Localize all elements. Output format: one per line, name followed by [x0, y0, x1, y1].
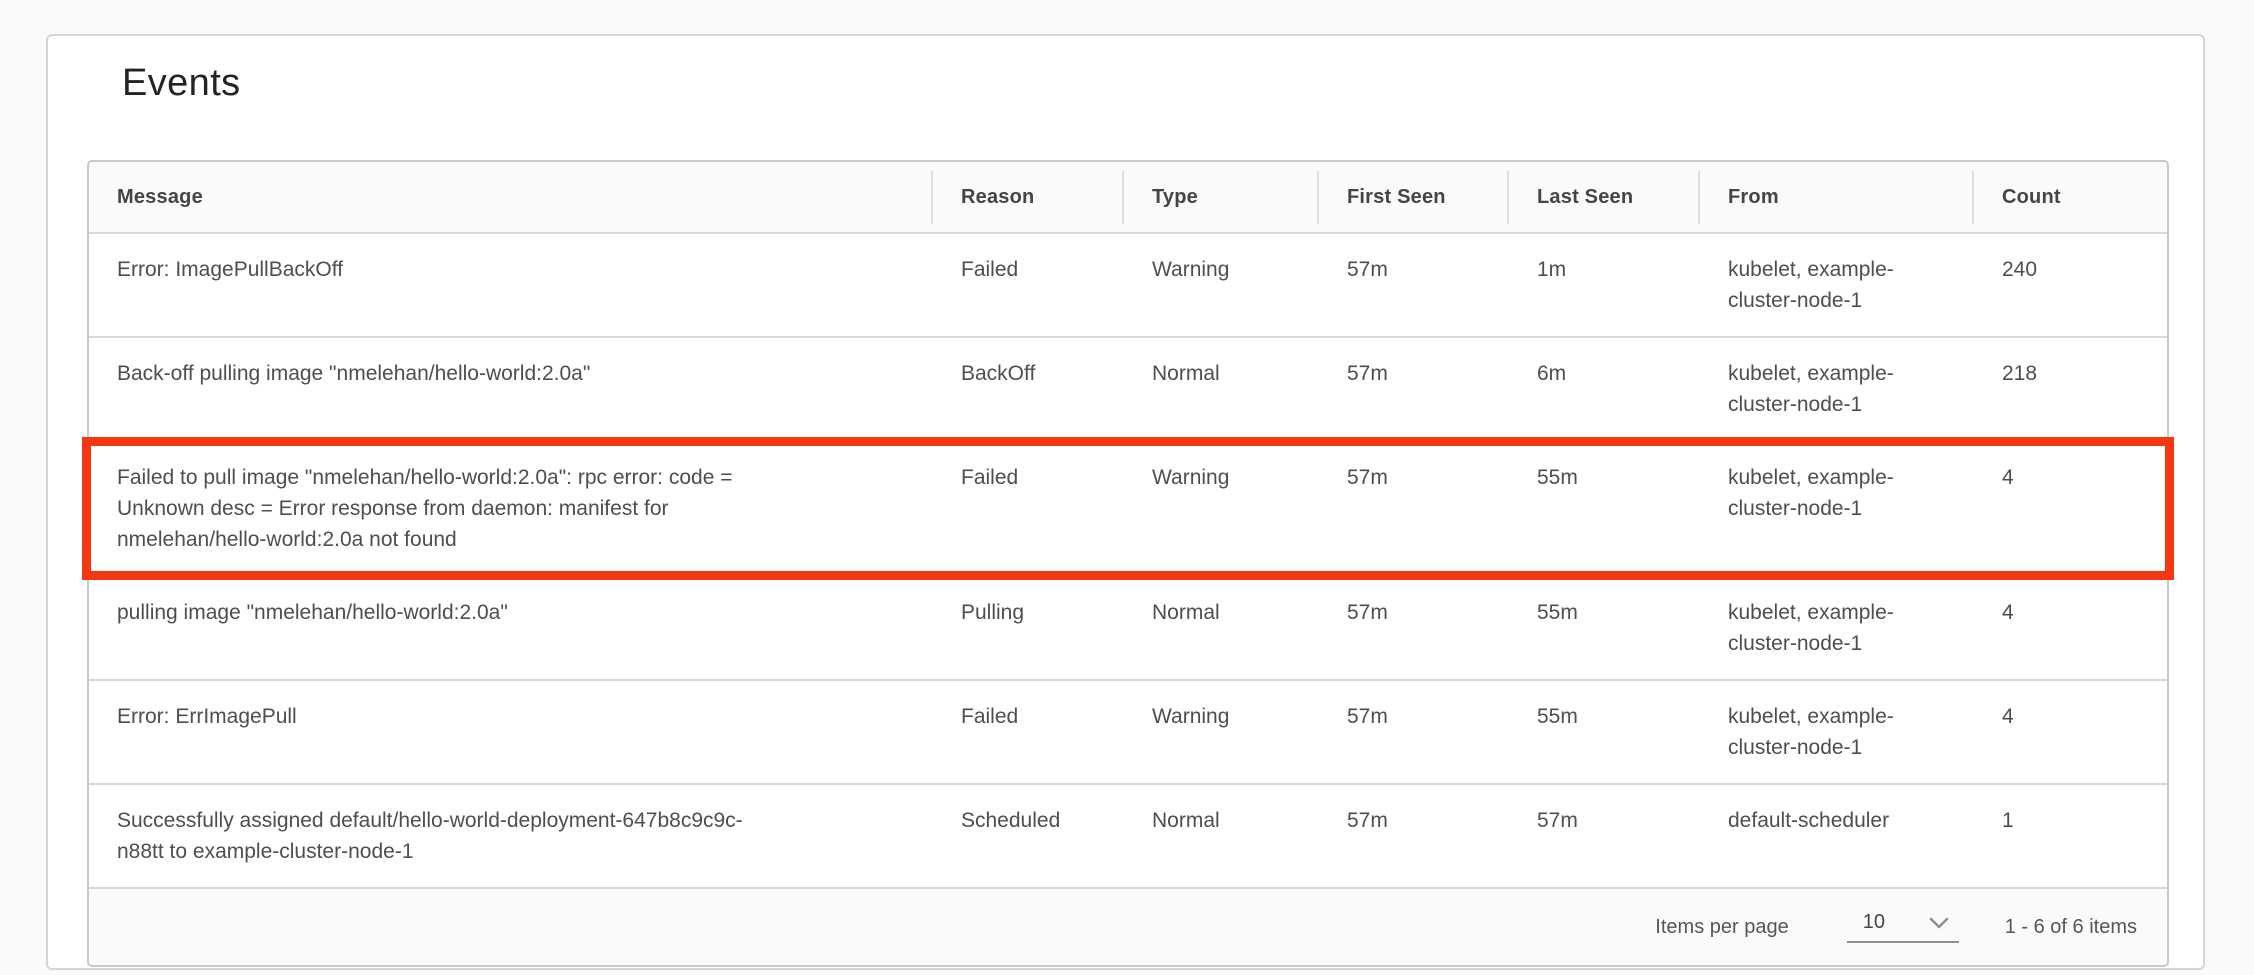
- cell-last-seen: 6m: [1509, 338, 1700, 440]
- cell-from: kubelet, example-cluster-node-1: [1700, 442, 1974, 575]
- column-header-first-seen: First Seen: [1319, 186, 1509, 209]
- cell-last-seen: 55m: [1509, 681, 1700, 783]
- cell-type: Normal: [1124, 338, 1319, 440]
- cell-message: Successfully assigned default/hello-worl…: [89, 785, 933, 887]
- cell-from: kubelet, example-cluster-node-1: [1700, 577, 1974, 679]
- cell-first-seen: 57m: [1319, 785, 1509, 887]
- events-table: Message Reason Type First Seen Last Seen…: [87, 160, 2169, 967]
- page-title: Events: [48, 36, 2203, 105]
- cell-type: Warning: [1124, 234, 1319, 336]
- cell-type: Normal: [1124, 577, 1319, 679]
- cell-message: pulling image "nmelehan/hello-world:2.0a…: [89, 577, 933, 679]
- cell-message: Error: ImagePullBackOff: [89, 234, 933, 336]
- cell-count: 4: [1974, 577, 2167, 679]
- table-footer: Items per page 10 1 - 6 of 6 items: [89, 889, 2167, 965]
- table-row: Error: ImagePullBackOff Failed Warning 5…: [89, 234, 2167, 338]
- cell-type: Warning: [1124, 442, 1319, 575]
- cell-type: Warning: [1124, 681, 1319, 783]
- cell-count: 218: [1974, 338, 2167, 440]
- cell-reason: Failed: [933, 234, 1124, 336]
- cell-first-seen: 57m: [1319, 442, 1509, 575]
- cell-first-seen: 57m: [1319, 681, 1509, 783]
- table-row: Failed to pull image "nmelehan/hello-wor…: [89, 442, 2167, 577]
- cell-last-seen: 1m: [1509, 234, 1700, 336]
- table-header-row: Message Reason Type First Seen Last Seen…: [89, 162, 2167, 234]
- cell-reason: Scheduled: [933, 785, 1124, 887]
- cell-from: kubelet, example-cluster-node-1: [1700, 681, 1974, 783]
- table-body: Error: ImagePullBackOff Failed Warning 5…: [89, 234, 2167, 889]
- cell-count: 240: [1974, 234, 2167, 336]
- column-header-reason: Reason: [933, 186, 1124, 209]
- table-row: pulling image "nmelehan/hello-world:2.0a…: [89, 577, 2167, 681]
- cell-from: kubelet, example-cluster-node-1: [1700, 338, 1974, 440]
- cell-count: 4: [1974, 442, 2167, 575]
- items-per-page-select[interactable]: 10: [1847, 911, 1959, 943]
- cell-from: default-scheduler: [1700, 785, 1974, 887]
- table-row: Back-off pulling image "nmelehan/hello-w…: [89, 338, 2167, 442]
- cell-type: Normal: [1124, 785, 1319, 887]
- cell-last-seen: 55m: [1509, 442, 1700, 575]
- chevron-down-icon: [1929, 917, 1949, 929]
- column-header-type: Type: [1124, 186, 1319, 209]
- cell-message: Failed to pull image "nmelehan/hello-wor…: [89, 442, 933, 575]
- table-row: Successfully assigned default/hello-worl…: [89, 785, 2167, 889]
- cell-from: kubelet, example-cluster-node-1: [1700, 234, 1974, 336]
- column-header-last-seen: Last Seen: [1509, 186, 1700, 209]
- column-header-count: Count: [1974, 186, 2167, 209]
- cell-reason: Pulling: [933, 577, 1124, 679]
- cell-reason: Failed: [933, 442, 1124, 575]
- cell-count: 4: [1974, 681, 2167, 783]
- cell-count: 1: [1974, 785, 2167, 887]
- cell-reason: BackOff: [933, 338, 1124, 440]
- cell-reason: Failed: [933, 681, 1124, 783]
- cell-message: Error: ErrImagePull: [89, 681, 933, 783]
- column-header-from: From: [1700, 186, 1974, 209]
- page-size-value: 10: [1863, 911, 1885, 934]
- events-card: Events Message Reason Type First Seen La…: [46, 34, 2205, 970]
- table-row: Error: ErrImagePull Failed Warning 57m 5…: [89, 681, 2167, 785]
- pagination-range: 1 - 6 of 6 items: [2005, 916, 2137, 939]
- cell-message: Back-off pulling image "nmelehan/hello-w…: [89, 338, 933, 440]
- cell-first-seen: 57m: [1319, 577, 1509, 679]
- cell-first-seen: 57m: [1319, 338, 1509, 440]
- cell-last-seen: 57m: [1509, 785, 1700, 887]
- cell-first-seen: 57m: [1319, 234, 1509, 336]
- items-per-page-label: Items per page: [1655, 916, 1788, 939]
- column-header-message: Message: [89, 186, 933, 209]
- cell-last-seen: 55m: [1509, 577, 1700, 679]
